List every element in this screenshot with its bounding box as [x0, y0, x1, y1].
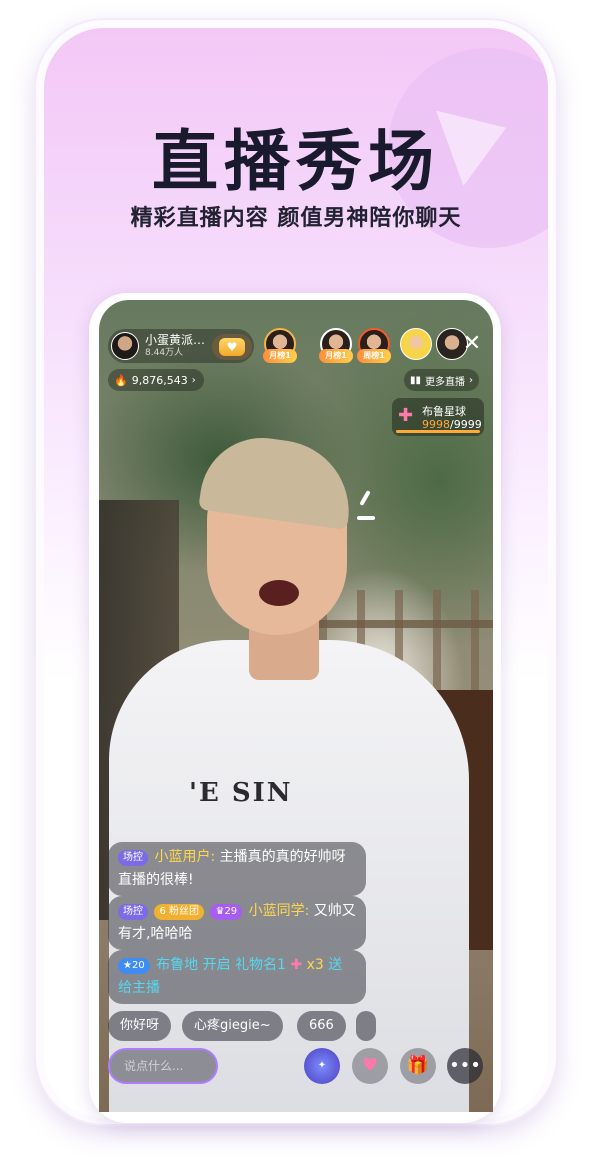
chat-gift-message: ★20 布鲁地 开启 礼物名1 ✚ x3 送给主播: [108, 950, 366, 1004]
heart-hands-icon[interactable]: ♥: [352, 1048, 388, 1084]
control-badge: 场控: [118, 850, 148, 866]
planet-progress-bar: [396, 430, 480, 433]
streamer-mouth: [259, 580, 299, 606]
lucky-icon[interactable]: ✦: [304, 1048, 340, 1084]
chat-nickname[interactable]: 小蓝同学:: [249, 903, 310, 919]
bar-chart-icon: ▮▮: [410, 374, 422, 386]
fence-rail: [319, 620, 493, 628]
control-badge: 场控: [118, 904, 148, 920]
chat-message: 场控 6 粉丝团 ♛29 小蓝同学: 又帅又有才,哈哈哈: [108, 896, 366, 950]
chat-text: 主播真的真的好帅呀直播的很棒!: [118, 849, 346, 888]
chevron-right-icon: ›: [191, 374, 196, 386]
level-badge: ♛29: [210, 904, 243, 920]
host-name: 小蛋黄派…: [145, 333, 206, 347]
quick-reply-1[interactable]: 你好呀: [108, 1011, 172, 1041]
rank-tag-2: 月榜1: [319, 349, 353, 363]
planet-task[interactable]: ✚ 布鲁星球 9998/9999: [392, 398, 484, 436]
rank-tag-1: 月榜1: [263, 349, 297, 363]
fans-level: 6: [159, 906, 166, 917]
follow-button[interactable]: ♥: [212, 334, 252, 360]
chevron-right-icon: ›: [469, 374, 474, 386]
fire-icon: 🔥: [114, 373, 128, 387]
comment-input[interactable]: [108, 1048, 218, 1084]
more-live-label: 更多直播: [425, 376, 466, 388]
chat-nickname[interactable]: 布鲁地: [156, 957, 198, 973]
star-level-badge: ★20: [118, 958, 150, 974]
fans-club-badge: 6 粉丝团: [154, 904, 205, 920]
quick-reply-4[interactable]: [356, 1011, 376, 1041]
quick-reply-2[interactable]: 心疼giegie~: [182, 1011, 283, 1041]
quick-reply-3[interactable]: 666: [297, 1011, 346, 1041]
rank-tag-3: 周榜1: [357, 349, 391, 363]
heat-value: 9,876,543: [131, 373, 188, 387]
hero-title: 直播秀场: [152, 123, 440, 200]
more-icon[interactable]: •••: [447, 1048, 483, 1084]
host-avatar[interactable]: [111, 332, 139, 360]
gift-count: x3: [302, 957, 329, 973]
rocket-icon: ✚: [398, 405, 414, 426]
chat-action: 开启: [198, 957, 236, 973]
host-fan-count: 8.44万人: [145, 348, 184, 358]
more-live-button[interactable]: ▮▮ 更多直播 ›: [404, 369, 480, 391]
shirt-print: 'E SIN: [189, 778, 293, 808]
loading-spinner-icon: [357, 490, 387, 530]
gift-icon[interactable]: 🎁: [400, 1048, 436, 1084]
gift-name: 礼物名1: [235, 957, 286, 973]
star-icon: ★: [123, 960, 132, 971]
chat-nickname[interactable]: 小蓝用户:: [154, 849, 215, 865]
close-icon[interactable]: ✕: [459, 331, 485, 357]
heat-ranking[interactable]: 🔥 9,876,543 ›: [108, 369, 204, 391]
follow-heart-icon: ♥: [219, 338, 245, 356]
gift-icon: ✚: [290, 957, 303, 973]
chat-message: 场控 小蓝用户: 主播真的真的好帅呀直播的很棒!: [108, 842, 366, 896]
planet-name: 布鲁星球: [422, 405, 466, 418]
hero-subtitle: 精彩直播内容 颜值男神陪你聊天: [130, 206, 462, 231]
viewer-avatar-1[interactable]: [400, 328, 432, 360]
